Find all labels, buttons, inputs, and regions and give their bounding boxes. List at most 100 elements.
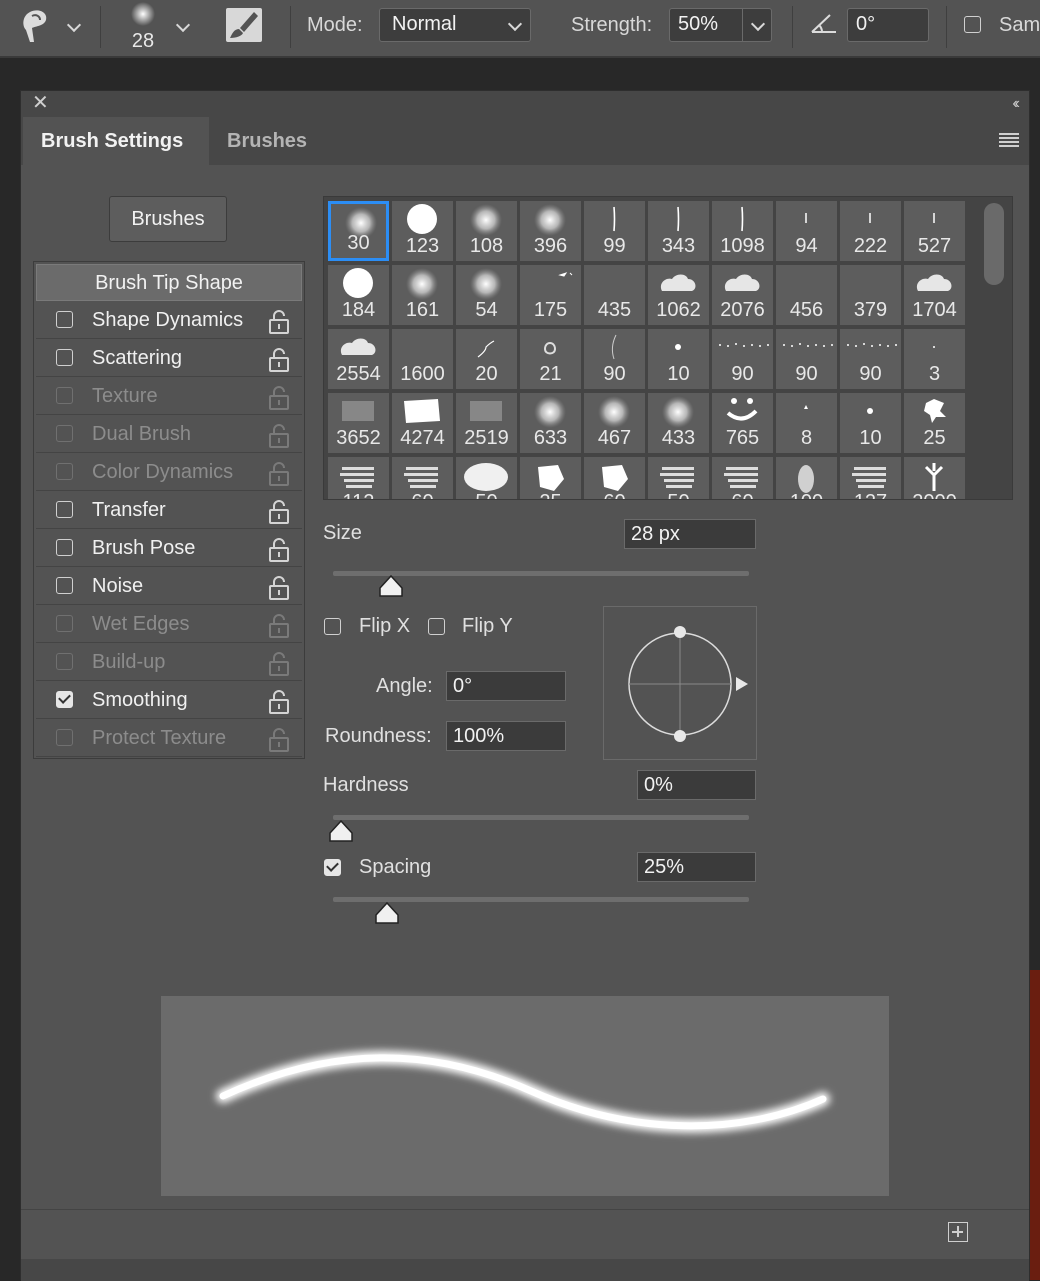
brush-tip-cell[interactable]: 21 (520, 329, 581, 389)
option-brush-pose[interactable]: Brush Pose (36, 530, 302, 567)
brush-tip-cell[interactable]: 467 (584, 393, 645, 453)
brush-tip-cell[interactable]: 1062 (648, 265, 709, 325)
brush-tip-cell[interactable]: 8 (776, 393, 837, 453)
brush-tip-cell[interactable]: 108 (456, 201, 517, 261)
brush-tip-cell[interactable]: 20 (456, 329, 517, 389)
option-shape-dynamics[interactable]: Shape Dynamics (36, 302, 302, 339)
hardness-slider-thumb[interactable] (329, 820, 353, 842)
option-checkbox[interactable] (56, 653, 73, 670)
option-checkbox[interactable] (56, 615, 73, 632)
option-checkbox[interactable] (56, 729, 73, 746)
brush-tip-cell[interactable]: 90 (776, 329, 837, 389)
brush-tip-cell[interactable]: 456 (776, 265, 837, 325)
brush-tip-cell[interactable]: 90 (840, 329, 901, 389)
option-checkbox[interactable] (56, 691, 73, 708)
brush-tip-cell[interactable]: 54 (456, 265, 517, 325)
brush-tip-cell[interactable]: 435 (584, 265, 645, 325)
option-checkbox[interactable] (56, 425, 73, 442)
option-wet-edges[interactable]: Wet Edges (36, 606, 302, 643)
option-noise[interactable]: Noise (36, 568, 302, 605)
spacing-checkbox[interactable] (324, 859, 341, 876)
tab-brushes[interactable]: Brushes (209, 117, 329, 165)
brush-tip-cell[interactable]: 2076 (712, 265, 773, 325)
brush-tip-cell[interactable]: 10 (840, 393, 901, 453)
brush-tip-cell[interactable]: 90 (584, 329, 645, 389)
lock-icon[interactable] (268, 727, 290, 766)
size-slider-thumb[interactable] (379, 575, 403, 597)
brush-tip-cell[interactable]: 123 (392, 201, 453, 261)
brush-angle-widget[interactable] (603, 606, 757, 760)
brush-tip-cell[interactable]: 343 (648, 201, 709, 261)
panel-menu-icon[interactable] (999, 133, 1019, 152)
option-transfer[interactable]: Transfer (36, 492, 302, 529)
option-protect-texture[interactable]: Protect Texture (36, 720, 302, 757)
brush-tip-cell[interactable]: 50 (456, 457, 517, 499)
option-color-dynamics[interactable]: Color Dynamics (36, 454, 302, 491)
brush-tip-cell[interactable]: 25 (520, 457, 581, 499)
angle-field[interactable]: 0° (847, 8, 929, 42)
brush-tip-cell[interactable]: 25 (904, 393, 965, 453)
collapse-icon[interactable]: ‹‹ (1012, 94, 1019, 114)
option-brush-tip-shape[interactable]: Brush Tip Shape (36, 264, 302, 301)
brush-tip-cell[interactable]: 222 (840, 201, 901, 261)
brush-tip-cell[interactable]: 175 (520, 265, 581, 325)
brush-tip-cell[interactable]: 1704 (904, 265, 965, 325)
brush-tip-cell[interactable]: 4274 (392, 393, 453, 453)
brush-tip-cell[interactable]: 1098 (712, 201, 773, 261)
brush-tip-cell[interactable]: 100 (776, 457, 837, 499)
option-checkbox[interactable] (56, 463, 73, 480)
sample-all-layers-checkbox[interactable] (964, 16, 981, 33)
brush-tip-cell[interactable]: 2554 (328, 329, 389, 389)
brush-tip-cell[interactable]: 127 (840, 457, 901, 499)
option-smoothing[interactable]: Smoothing (36, 682, 302, 719)
brush-tip-cell[interactable]: 99 (584, 201, 645, 261)
brush-tip-cell[interactable]: 184 (328, 265, 389, 325)
brush-tip-cell[interactable]: 60 (584, 457, 645, 499)
option-checkbox[interactable] (56, 311, 73, 328)
option-checkbox[interactable] (56, 387, 73, 404)
brush-tip-cell[interactable]: 60 (712, 457, 773, 499)
option-checkbox[interactable] (56, 349, 73, 366)
spacing-slider-thumb[interactable] (375, 902, 399, 924)
panel-resize-handle[interactable] (21, 1259, 1029, 1281)
hardness-slider-track[interactable] (333, 815, 749, 820)
option-texture[interactable]: Texture (36, 378, 302, 415)
brush-tip-cell[interactable]: 1600 (392, 329, 453, 389)
brush-tip-cell[interactable]: 161 (392, 265, 453, 325)
brush-preset-icon[interactable] (128, 2, 158, 28)
brush-tip-cell[interactable]: 2519 (456, 393, 517, 453)
hardness-input[interactable]: 0% (637, 770, 756, 800)
option-checkbox[interactable] (56, 539, 73, 556)
mode-select[interactable]: Normal (379, 8, 531, 42)
chevron-down-icon[interactable] (750, 16, 766, 32)
option-checkbox[interactable] (56, 577, 73, 594)
flip-x-checkbox[interactable] (324, 618, 341, 635)
grid-scrollbar[interactable] (984, 203, 1004, 285)
option-scattering[interactable]: Scattering (36, 340, 302, 377)
brush-tip-cell[interactable]: 30 (328, 201, 389, 261)
size-input[interactable]: 28 px (624, 519, 756, 549)
brushes-button[interactable]: Brushes (109, 196, 227, 242)
roundness-input[interactable]: 100% (446, 721, 566, 751)
brush-tip-cell[interactable]: 379 (840, 265, 901, 325)
create-new-brush-icon[interactable] (948, 1222, 968, 1242)
spacing-input[interactable]: 25% (637, 852, 756, 882)
brush-tip-cell[interactable]: 396 (520, 201, 581, 261)
brush-tip-cell[interactable]: 112 (328, 457, 389, 499)
brush-tip-cell[interactable]: 527 (904, 201, 965, 261)
brush-tip-cell[interactable]: 765 (712, 393, 773, 453)
brush-tip-cell[interactable]: 433 (648, 393, 709, 453)
brush-tip-cell[interactable]: 90 (712, 329, 773, 389)
brush-tip-cell[interactable]: 3 (904, 329, 965, 389)
smudge-tool-icon[interactable] (18, 8, 50, 49)
chevron-down-icon[interactable] (66, 17, 82, 33)
flip-y-checkbox[interactable] (428, 618, 445, 635)
angle-input[interactable]: 0° (446, 671, 566, 701)
brush-tip-cell[interactable]: 3652 (328, 393, 389, 453)
brush-tip-cell[interactable]: 633 (520, 393, 581, 453)
option-build-up[interactable]: Build-up (36, 644, 302, 681)
brush-tip-cell[interactable]: 10 (648, 329, 709, 389)
close-icon[interactable]: ✕ (32, 93, 49, 113)
brush-tip-cell[interactable]: 94 (776, 201, 837, 261)
option-checkbox[interactable] (56, 501, 73, 518)
